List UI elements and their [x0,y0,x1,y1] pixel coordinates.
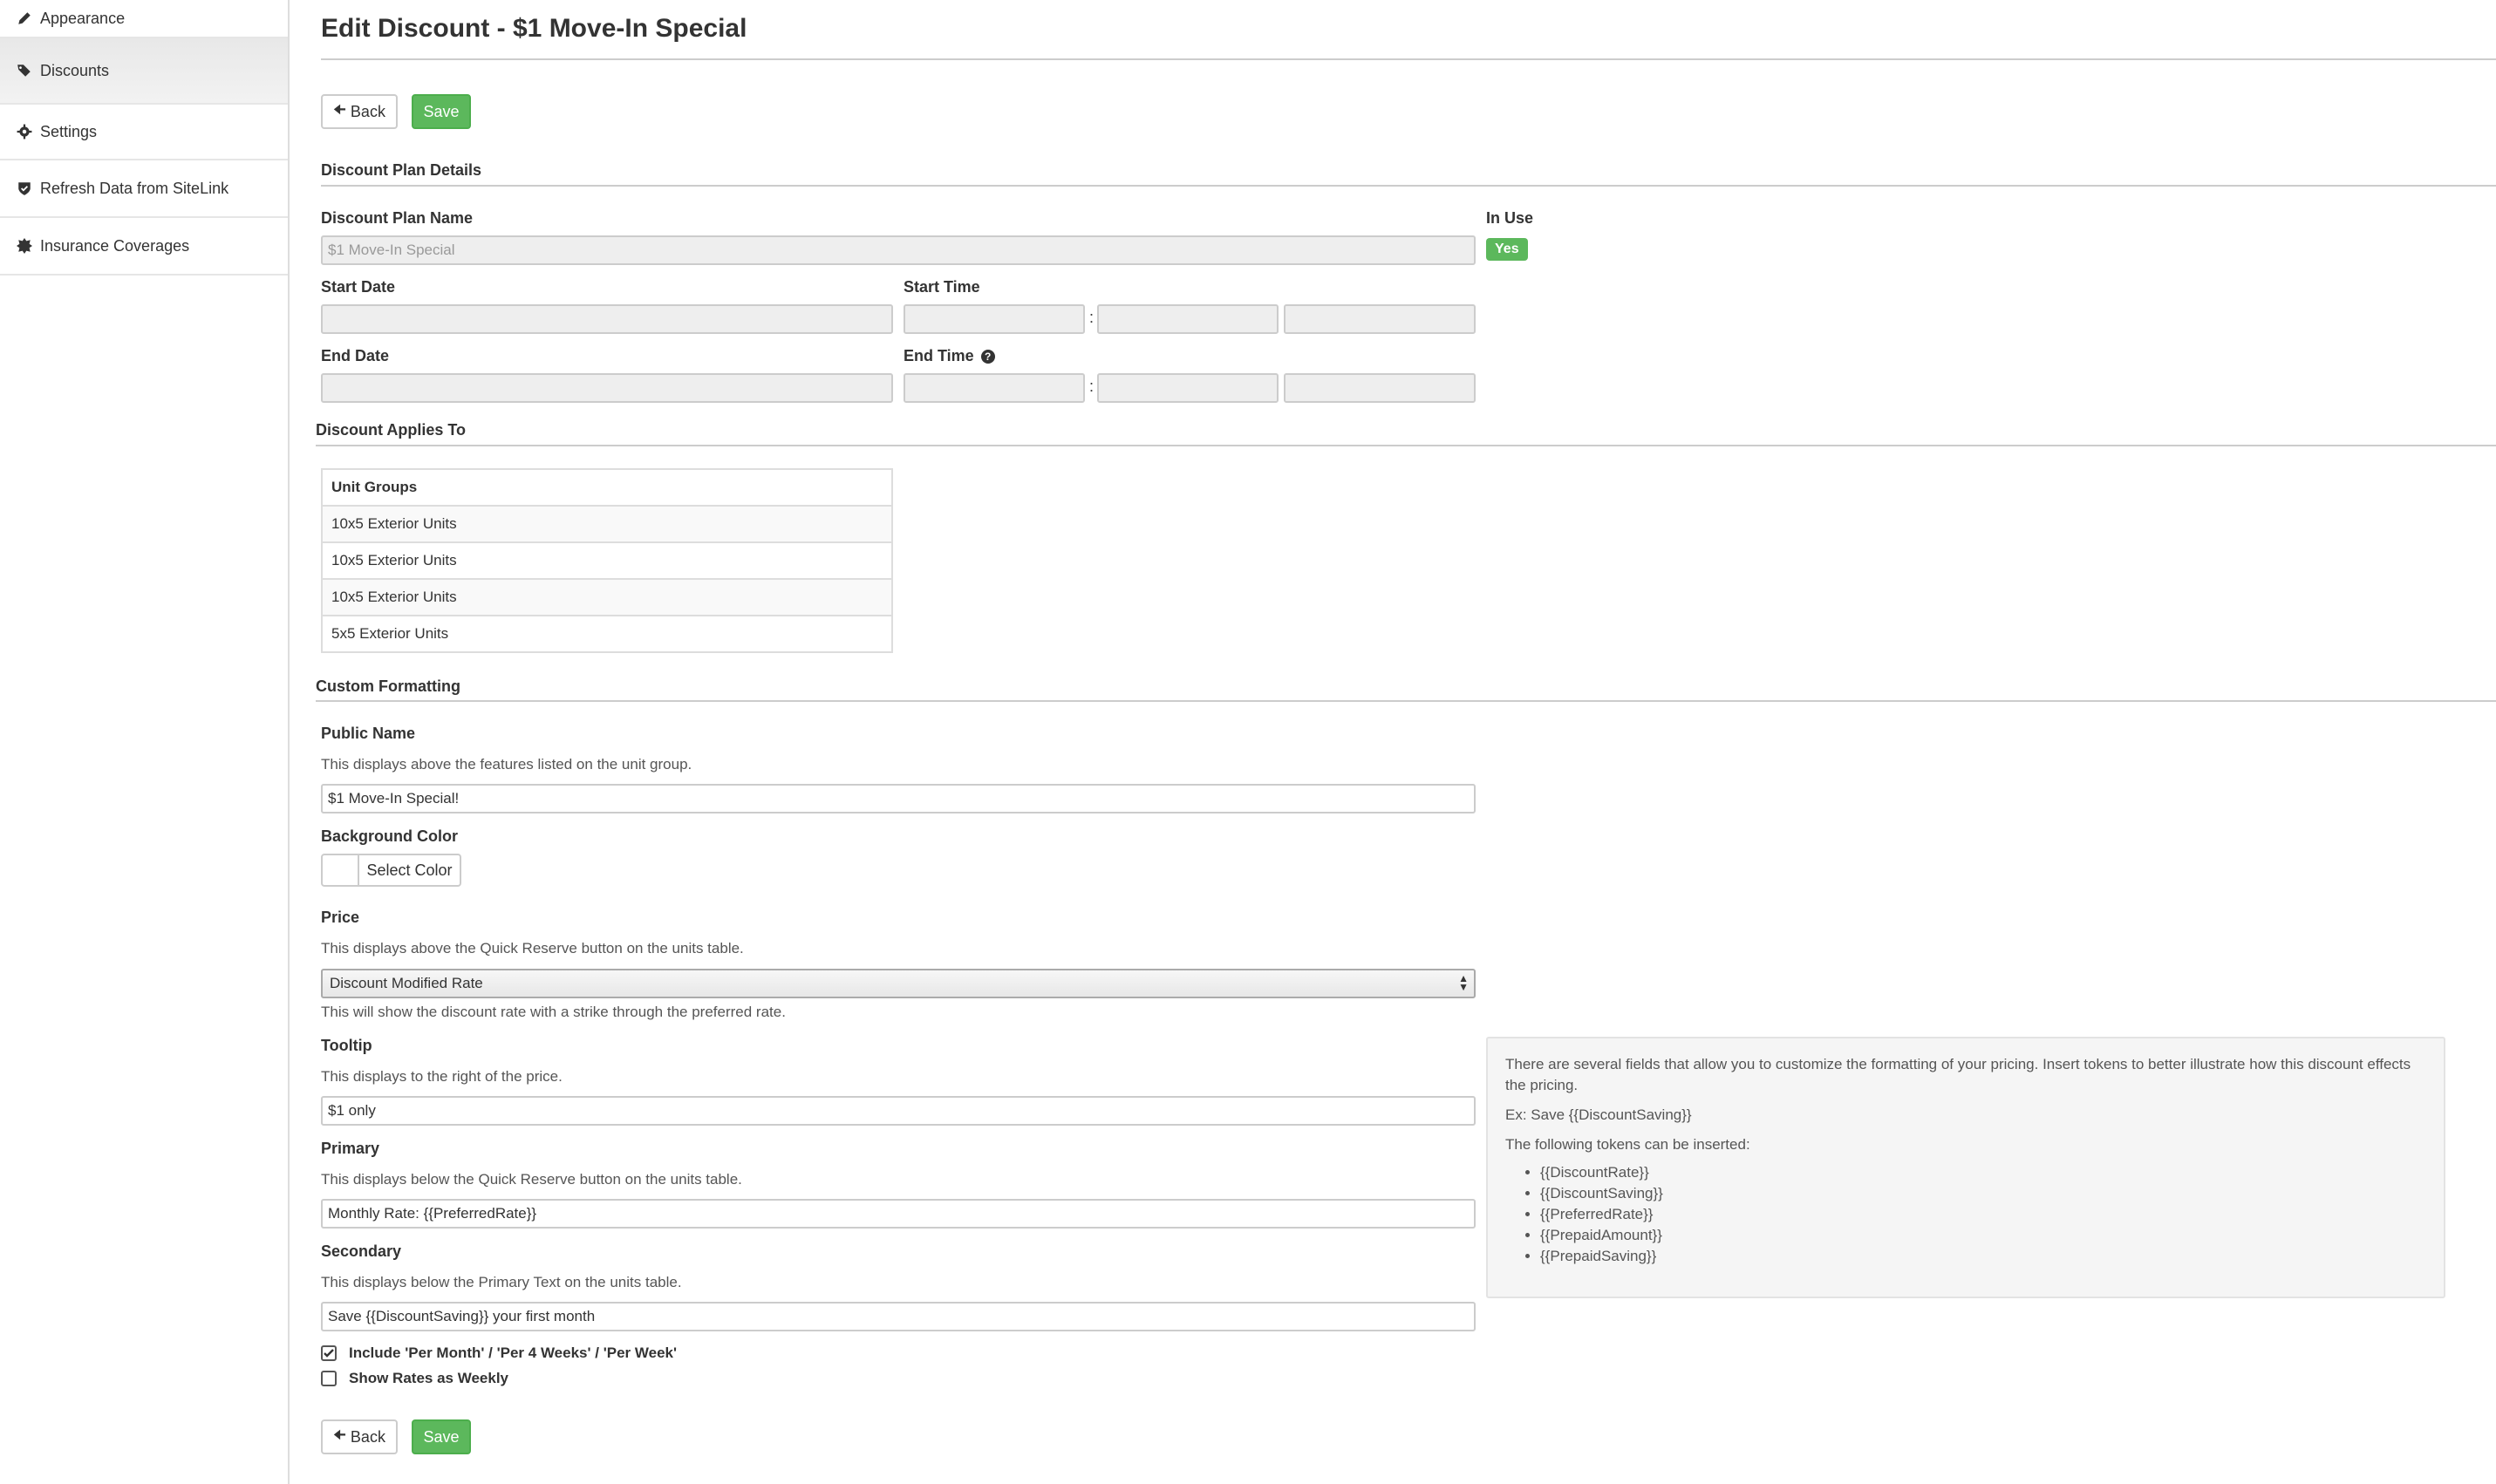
table-row: 10x5 Exterior Units [322,541,892,579]
public-name-input[interactable] [321,784,1476,813]
table-row: 5x5 Exterior Units [322,615,892,652]
checkbox-unchecked-icon[interactable] [321,1371,337,1386]
sidebar-item-refresh[interactable]: Refresh Data from SiteLink [0,160,288,218]
tooltip-input[interactable] [321,1096,1476,1126]
list-item: {{PreferredRate}} [1540,1204,2426,1225]
end-date-input[interactable] [321,373,893,403]
sidebar-item-settings[interactable]: Settings [0,105,288,160]
plan-name-input[interactable] [321,235,1476,265]
list-item: {{DiscountRate}} [1540,1162,2426,1183]
save-button-bottom[interactable]: Save [412,1419,471,1454]
checkbox-checked-icon[interactable] [321,1345,337,1361]
shield-icon [16,180,33,197]
color-swatch [323,855,359,885]
select-color-button[interactable]: Select Color [321,854,461,887]
sidebar-item-label: Insurance Coverages [40,236,190,255]
end-hour-input[interactable] [904,373,1085,403]
table-header: Unit Groups [331,479,418,495]
weekly-checkbox[interactable]: Show Rates as Weekly [321,1370,508,1387]
back-button[interactable]: 🠈 Back [321,94,398,129]
gear-icon [16,123,33,140]
info-intro: There are several fields that allow you … [1505,1056,2411,1093]
info-example: Ex: Save {{DiscountSaving}} [1505,1106,1692,1123]
primary-help: This displays below the Quick Reserve bu… [321,1171,742,1188]
tooltip-label: Tooltip [321,1037,372,1054]
sidebar-item-discounts[interactable]: Discounts [0,38,288,105]
price-note: This will show the discount rate with a … [321,1004,786,1020]
section-heading-formatting: Custom Formatting [316,677,460,695]
title-divider [321,58,2496,60]
start-time-label: Start Time [904,278,980,296]
sidebar: Appearance Discounts Settings Refresh Da… [0,0,290,1484]
price-label: Price [321,909,360,926]
primary-input[interactable] [321,1199,1476,1229]
start-ampm-input[interactable] [1284,304,1476,334]
back-button-bottom[interactable]: 🠈 Back [321,1419,398,1454]
end-date-label: End Date [321,347,390,364]
background-color-label: Background Color [321,827,459,845]
info-tokens-heading: The following tokens can be inserted: [1505,1136,1750,1153]
list-item: {{DiscountSaving}} [1540,1183,2426,1204]
start-date-input[interactable] [321,304,893,334]
start-minute-input[interactable] [1097,304,1279,334]
unit-groups-table: Unit Groups 10x5 Exterior Units 10x5 Ext… [321,468,893,653]
section-divider [316,445,2496,446]
arrow-left-icon: 🠈 [333,102,346,118]
main-content: Edit Discount - $1 Move-In Special 🠈 Bac… [316,0,2496,1484]
sidebar-item-insurance[interactable]: Insurance Coverages [0,218,288,276]
question-circle-icon[interactable]: ? [980,349,995,364]
end-ampm-input[interactable] [1284,373,1476,403]
page-title: Edit Discount - $1 Move-In Special [321,14,747,43]
end-time-label: End Time ? [904,347,995,365]
sidebar-item-label: Appearance [40,9,126,27]
secondary-label: Secondary [321,1242,402,1260]
start-hour-input[interactable] [904,304,1085,334]
sidebar-item-label: Settings [40,122,98,140]
pencil-icon [16,10,33,27]
primary-label: Primary [321,1140,380,1157]
secondary-input[interactable] [321,1302,1476,1331]
include-per-checkbox[interactable]: Include 'Per Month' / 'Per 4 Weeks' / 'P… [321,1344,677,1362]
save-button[interactable]: Save [412,94,471,129]
table-row: 10x5 Exterior Units [322,505,892,542]
in-use-label: In Use [1486,209,1534,227]
plan-name-label: Discount Plan Name [321,209,474,227]
end-minute-input[interactable] [1097,373,1279,403]
in-use-badge: Yes [1486,238,1528,261]
tags-icon [16,62,33,79]
sidebar-item-label: Refresh Data from SiteLink [40,179,229,197]
arrow-left-icon: 🠈 [333,1427,346,1443]
tooltip-help: This displays to the right of the price. [321,1068,563,1085]
table-row: 10x5 Exterior Units [322,578,892,616]
token-list: {{DiscountRate}} {{DiscountSaving}} {{Pr… [1505,1162,2426,1267]
select-arrows-icon: ▲ ▼ [1458,972,1469,993]
list-item: {{PrepaidAmount}} [1540,1225,2426,1246]
section-heading-details: Discount Plan Details [321,161,482,179]
price-select[interactable]: Discount Modified Rate ▲ ▼ [321,969,1476,998]
sidebar-item-appearance[interactable]: Appearance [0,0,288,38]
list-item: {{PrepaidSaving}} [1540,1246,2426,1267]
time-separator: : [1089,378,1095,395]
sidebar-item-label: Discounts [40,61,110,79]
public-name-help: This displays above the features listed … [321,756,692,773]
section-divider [316,700,2496,702]
section-heading-applies: Discount Applies To [316,421,467,439]
start-date-label: Start Date [321,278,396,296]
certificate-icon [16,237,33,255]
section-divider [321,185,2496,187]
secondary-help: This displays below the Primary Text on … [321,1274,682,1290]
token-info-box: There are several fields that allow you … [1486,1037,2445,1298]
price-help: This displays above the Quick Reserve bu… [321,940,744,956]
public-name-label: Public Name [321,725,416,742]
time-separator: : [1089,309,1095,326]
